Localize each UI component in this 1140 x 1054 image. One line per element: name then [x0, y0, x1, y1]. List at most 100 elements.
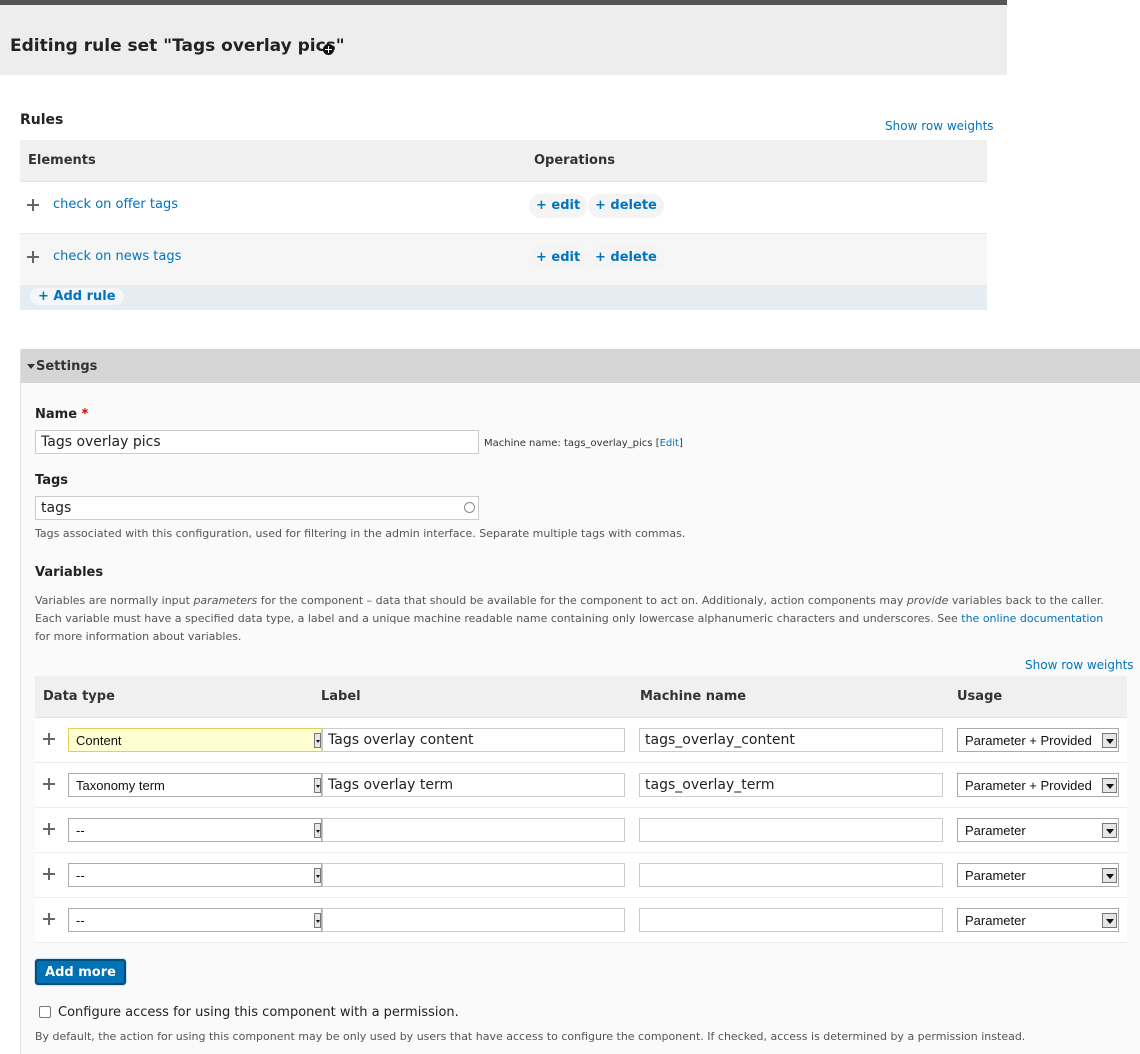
usage-value: Parameter + Provided — [965, 733, 1092, 748]
usage-select[interactable]: Parameter + Provided — [957, 773, 1119, 797]
drag-handle-icon[interactable] — [43, 823, 55, 835]
variables-desc-text-2: for the component – data that should be … — [257, 594, 907, 607]
settings-legend[interactable]: Settings — [21, 349, 1140, 383]
drag-handle-icon[interactable] — [43, 733, 55, 745]
table-row: Taxonomy term Parameter + Provided — [35, 763, 1127, 808]
machine-name-input[interactable] — [639, 863, 943, 887]
rules-caption: Rules — [20, 112, 64, 128]
tags-label: Tags — [35, 473, 69, 488]
access-permission-label[interactable]: Configure access for using this componen… — [58, 1005, 459, 1020]
table-row: check on offer tags + edit + delete — [20, 182, 987, 234]
rule-link[interactable]: check on offer tags — [53, 197, 178, 212]
usage-select[interactable]: Parameter — [957, 818, 1119, 842]
autocomplete-icon — [464, 502, 475, 513]
col-usage: Usage — [957, 689, 1003, 704]
edit-button[interactable]: + edit — [529, 246, 588, 270]
machine-name-edit-link[interactable]: Edit — [660, 438, 679, 449]
drag-handle-icon[interactable] — [43, 913, 55, 925]
dropdown-arrow-icon — [1102, 733, 1117, 748]
drag-handle-icon[interactable] — [27, 199, 39, 211]
machine-name-input[interactable] — [639, 728, 943, 752]
name-label-text: Name — [35, 407, 78, 422]
col-machine-name: Machine name — [640, 689, 747, 704]
variables-description: Variables are normally input parameters … — [35, 592, 1110, 646]
variables-desc-text-4: for more information about variables. — [35, 630, 242, 643]
variables-desc-parameters: parameters — [193, 594, 258, 607]
col-label: Label — [321, 689, 361, 704]
usage-select[interactable]: Parameter — [957, 908, 1119, 932]
table-row: -- Parameter — [35, 808, 1127, 853]
data-type-select[interactable]: -- — [68, 863, 322, 887]
data-type-select[interactable]: -- — [68, 818, 322, 842]
data-type-select[interactable]: -- — [68, 908, 322, 932]
table-row: check on news tags + edit + delete — [20, 234, 987, 286]
machine-name-input[interactable] — [639, 908, 943, 932]
usage-value: Parameter + Provided — [965, 778, 1092, 793]
drag-handle-icon[interactable] — [43, 868, 55, 880]
dropdown-arrow-icon[interactable] — [314, 823, 321, 838]
label-input[interactable] — [322, 818, 625, 842]
show-row-weights-link[interactable]: Show row weights — [1025, 658, 1134, 672]
delete-button[interactable]: + delete — [588, 246, 664, 270]
col-operations: Operations — [534, 153, 615, 168]
add-more-button[interactable]: Add more — [35, 959, 126, 985]
drag-handle-icon[interactable] — [27, 251, 39, 263]
settings-fieldset: Settings Name * Machine name: tags_overl… — [20, 349, 1140, 1054]
dropdown-arrow-icon[interactable] — [314, 913, 321, 928]
rule-link[interactable]: check on news tags — [53, 249, 181, 264]
variables-label: Variables — [35, 565, 104, 580]
variables-table-header: Data type Label Machine name Usage — [35, 676, 1127, 718]
online-documentation-link[interactable]: the online documentation — [961, 612, 1103, 625]
delete-button[interactable]: + delete — [588, 194, 664, 218]
dropdown-arrow-icon — [1102, 868, 1117, 883]
show-row-weights-link[interactable]: Show row weights — [885, 119, 994, 133]
machine-name-input[interactable] — [639, 773, 943, 797]
access-description: By default, the action for using this co… — [35, 1030, 1026, 1043]
required-marker: * — [81, 407, 89, 422]
data-type-select[interactable]: Taxonomy term — [68, 773, 322, 797]
name-field[interactable] — [35, 430, 479, 454]
machine-name-text: Machine name: tags_overlay_pics [Edit] — [484, 438, 683, 449]
dropdown-arrow-icon[interactable] — [314, 868, 321, 883]
usage-value: Parameter — [965, 913, 1026, 928]
tags-field[interactable] — [35, 496, 479, 520]
usage-value: Parameter — [965, 823, 1026, 838]
usage-select[interactable]: Parameter + Provided — [957, 728, 1119, 752]
add-shortcut-icon[interactable] — [323, 44, 334, 55]
drag-handle-icon[interactable] — [43, 778, 55, 790]
variables-desc-provide: provide — [906, 594, 949, 607]
edit-button[interactable]: + edit — [529, 194, 588, 218]
dropdown-arrow-icon[interactable] — [314, 778, 321, 793]
tags-description: Tags associated with this configuration,… — [35, 527, 686, 540]
label-input[interactable] — [322, 863, 625, 887]
add-rule-button[interactable]: + Add rule — [30, 288, 124, 305]
page-title: Editing rule set "Tags overlay pics" — [10, 36, 345, 56]
label-input[interactable] — [322, 773, 625, 797]
label-input[interactable] — [322, 728, 625, 752]
machine-name-value: Machine name: tags_overlay_pics [ — [484, 438, 660, 449]
name-label: Name * — [35, 407, 88, 422]
rules-table: Elements Operations check on offer tags … — [20, 140, 987, 310]
rules-table-header: Elements Operations — [20, 140, 987, 182]
col-data-type: Data type — [43, 689, 115, 704]
variables-desc-text-1: Variables are normally input — [35, 594, 194, 607]
usage-select[interactable]: Parameter — [957, 863, 1119, 887]
dropdown-arrow-icon — [1102, 778, 1117, 793]
settings-toggle[interactable]: Settings — [27, 359, 98, 374]
add-rule-row: + Add rule — [20, 286, 987, 310]
variables-table: Data type Label Machine name Usage Conte… — [35, 676, 1127, 943]
col-elements: Elements — [28, 153, 96, 168]
table-row: -- Parameter — [35, 898, 1127, 943]
dropdown-arrow-icon — [1102, 823, 1117, 838]
table-row: -- Parameter — [35, 853, 1127, 898]
access-permission-checkbox[interactable] — [39, 1006, 51, 1018]
dropdown-arrow-icon — [1102, 913, 1117, 928]
settings-legend-label: Settings — [36, 359, 98, 374]
machine-name-input[interactable] — [639, 818, 943, 842]
usage-value: Parameter — [965, 868, 1026, 883]
dropdown-arrow-icon[interactable] — [314, 733, 321, 748]
machine-name-close: ] — [678, 438, 683, 449]
data-type-select[interactable]: Content — [68, 728, 322, 752]
table-row: Content Parameter + Provided — [35, 718, 1127, 763]
label-input[interactable] — [322, 908, 625, 932]
